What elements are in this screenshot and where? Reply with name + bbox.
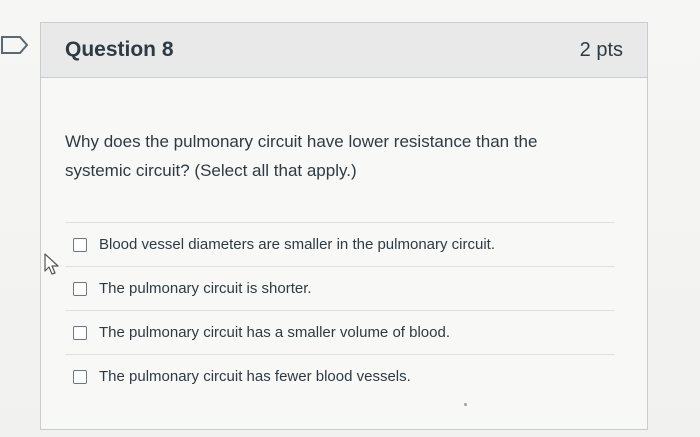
mouse-pointer-icon (44, 253, 59, 275)
answer-label: Blood vessel diameters are smaller in th… (99, 236, 495, 253)
question-card: Question 8 2 pts Why does the pulmonary … (40, 22, 648, 430)
question-text: Why does the pulmonary circuit have lowe… (65, 132, 538, 180)
stray-dot (464, 403, 467, 406)
answer-checkbox[interactable] (73, 369, 87, 384)
answer-option[interactable]: The pulmonary circuit has fewer blood ve… (65, 354, 615, 398)
question-body: Why does the pulmonary circuit have lowe… (41, 78, 647, 398)
answer-list: Blood vessel diameters are smaller in th… (65, 222, 615, 398)
question-title: Question 8 (65, 38, 174, 61)
answer-option[interactable]: The pulmonary circuit has a smaller volu… (65, 310, 615, 354)
answer-checkbox[interactable] (73, 237, 87, 252)
answer-label: The pulmonary circuit is shorter. (99, 280, 312, 297)
quiz-page: Question 8 2 pts Why does the pulmonary … (0, 0, 700, 437)
answer-checkbox[interactable] (73, 325, 87, 340)
flag-icon[interactable] (0, 34, 30, 56)
question-header: Question 8 2 pts (41, 23, 647, 78)
answer-checkbox[interactable] (73, 281, 87, 296)
answer-option[interactable]: Blood vessel diameters are smaller in th… (65, 222, 615, 266)
question-points: 2 pts (579, 38, 623, 61)
answer-option[interactable]: The pulmonary circuit is shorter. (65, 266, 615, 310)
answer-label: The pulmonary circuit has a smaller volu… (99, 324, 450, 341)
answer-label: The pulmonary circuit has fewer blood ve… (99, 368, 411, 385)
